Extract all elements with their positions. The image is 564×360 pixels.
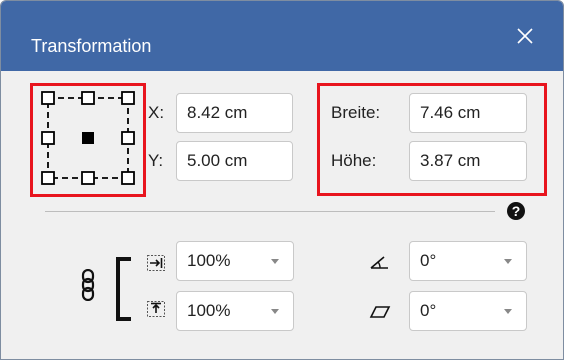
svg-text:?: ? <box>512 203 521 219</box>
skew-value: 0° <box>420 301 437 320</box>
vertical-scale-value: 100% <box>187 301 231 320</box>
height-label: Höhe: <box>331 151 377 170</box>
height-field[interactable]: 3.87 cm <box>409 141 527 181</box>
anchor-top-center <box>81 91 95 105</box>
close-icon <box>517 28 533 44</box>
x-label: X: <box>148 103 165 122</box>
help-icon[interactable]: ? <box>506 201 526 221</box>
chevron-down-icon <box>271 259 279 264</box>
transformation-dialog: Transformation X: 8.42 cm Y: 5.00 cm Bre… <box>0 0 564 360</box>
anchor-grid-icon[interactable] <box>41 91 135 185</box>
section-divider <box>45 211 495 212</box>
rotation-dropdown[interactable]: 0° <box>409 241 527 281</box>
vertical-scale-icon <box>147 301 165 317</box>
anchor-middle-right <box>121 131 135 145</box>
horizontal-scale-dropdown[interactable]: 100% <box>176 241 294 281</box>
chain-link-icon[interactable] <box>81 269 95 301</box>
anchor-top-right <box>121 91 135 105</box>
dialog-content: X: 8.42 cm Y: 5.00 cm Breite: 7.46 cm Hö… <box>1 71 563 359</box>
horizontal-scale-value: 100% <box>187 251 231 270</box>
y-position-field[interactable]: 5.00 cm <box>176 141 293 181</box>
title-bar: Transformation <box>1 1 563 71</box>
width-field[interactable]: 7.46 cm <box>409 93 527 133</box>
skew-dropdown[interactable]: 0° <box>409 291 527 331</box>
anchor-bottom-left <box>41 171 55 185</box>
dialog-title: Transformation <box>31 36 152 56</box>
width-label: Breite: <box>331 103 381 122</box>
link-bracket <box>116 257 131 321</box>
x-position-field[interactable]: 8.42 cm <box>176 93 293 133</box>
anchor-middle-left <box>41 131 55 145</box>
chevron-down-icon <box>271 309 279 314</box>
anchor-bottom-center <box>81 171 95 185</box>
vertical-scale-dropdown[interactable]: 100% <box>176 291 294 331</box>
chevron-down-icon <box>504 259 512 264</box>
y-label: Y: <box>148 151 164 170</box>
chevron-down-icon <box>504 309 512 314</box>
close-button[interactable] <box>505 21 545 51</box>
rotation-value: 0° <box>420 251 437 270</box>
anchor-bottom-right <box>121 171 135 185</box>
skew-icon <box>369 306 391 318</box>
anchor-top-left <box>41 91 55 105</box>
anchor-center-selected <box>82 132 94 144</box>
horizontal-scale-icon <box>147 255 165 271</box>
rotate-angle-icon <box>370 256 388 269</box>
